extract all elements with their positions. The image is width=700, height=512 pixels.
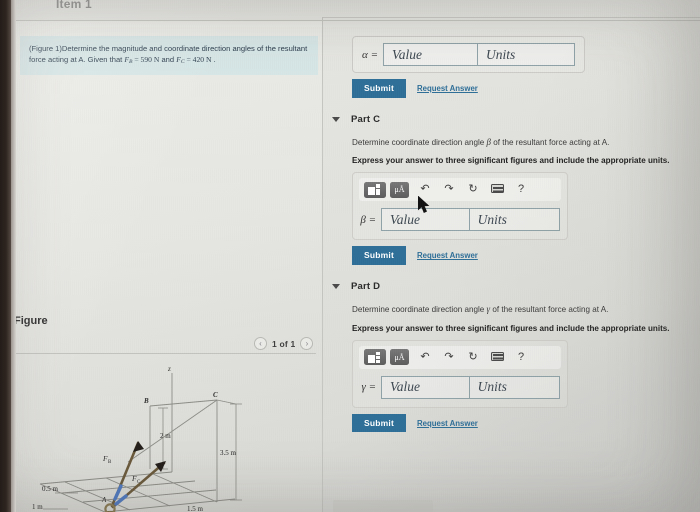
part-c-instruction: Express your answer to three significant… <box>352 156 670 166</box>
part-c-title: Part C <box>351 113 381 125</box>
svg-text:3.5 m: 3.5 m <box>220 449 237 457</box>
alpha-units-input[interactable]: Units <box>478 43 575 66</box>
svg-text:A: A <box>101 496 107 504</box>
part-d-answer-box: μÅ ↶ ↷ ↻ ? γ = Value Units <box>352 339 568 408</box>
help-icon[interactable]: ? <box>509 184 533 195</box>
left-panel: (Figure 1)Determine the magnitude and co… <box>14 21 322 512</box>
part-d-title: Part D <box>351 280 381 292</box>
help-icon[interactable]: ? <box>509 351 533 363</box>
prev-figure-button[interactable]: ‹ <box>254 337 267 350</box>
answer-block-alpha: α = Value Units <box>352 36 585 73</box>
part-d-actions: Submit Request Answer <box>352 413 700 433</box>
right-panel: α = Value Units Submit Request Answer Pa… <box>323 18 700 512</box>
gamma-label: γ = <box>361 381 376 394</box>
keyboard-icon[interactable] <box>485 351 509 363</box>
part-c-answer-box: μÅ ↶ ↷ ↻ ? β = Value Units <box>352 172 568 241</box>
request-answer-link-part-c[interactable]: Request Answer <box>417 251 478 260</box>
conjunction: and <box>159 55 177 64</box>
request-answer-link-part-d[interactable]: Request Answer <box>417 419 478 428</box>
reset-circle-icon[interactable]: ↻ <box>461 184 485 195</box>
redo-arrow-icon[interactable]: ↷ <box>437 351 461 363</box>
figure-pager: ‹ 1 of 1 › <box>254 337 314 350</box>
question-figure-ref[interactable]: (Figure 1) <box>29 44 62 53</box>
column-divider <box>322 17 323 512</box>
part-d-header[interactable]: Part D <box>323 281 700 292</box>
part-c-prompt-pre: Determine coordinate direction angle <box>352 137 487 147</box>
question-period: . <box>211 55 216 64</box>
request-answer-link-alpha[interactable]: Request Answer <box>417 84 478 93</box>
part-c-prompt: Determine coordinate direction angle β o… <box>323 136 700 149</box>
alpha-symbol: α = <box>362 48 378 61</box>
part-d-instruction: Express your answer to three significant… <box>352 323 670 333</box>
part-c-header[interactable]: Part C <box>323 114 700 125</box>
header-divider-right <box>323 17 700 18</box>
next-figure-button[interactable]: › <box>300 337 314 350</box>
svg-text:1 m: 1 m <box>32 503 43 511</box>
monitor-bezel <box>0 0 11 512</box>
beta-label: β = <box>360 213 376 226</box>
part-d-input-row: γ = Value Units <box>353 374 567 401</box>
svg-text:B: B <box>108 460 112 465</box>
undo-arrow-icon[interactable]: ↶ <box>413 184 437 195</box>
part-c-prompt-post: of the resultant force acting at A. <box>491 137 610 147</box>
caret-down-icon[interactable] <box>332 116 340 122</box>
fb-value: = 590 N <box>132 55 160 64</box>
svg-text:1.5 m: 1.5 m <box>187 505 204 512</box>
screenshot-root: Item 1 (Figure 1)Determine the magnitude… <box>0 0 700 512</box>
units-icon[interactable]: μÅ <box>390 349 409 366</box>
monitor-bezel-edge <box>11 0 16 512</box>
svg-text:z: z <box>167 365 171 373</box>
fc-value: = 420 N <box>184 55 212 64</box>
bottom-partial-element <box>333 500 433 512</box>
figure-page-indicator: 1 of 1 <box>272 338 296 349</box>
svg-text:0.5 m: 0.5 m <box>42 485 59 493</box>
alpha-input-row: α = Value Units <box>353 37 584 72</box>
caret-down-icon[interactable] <box>332 283 340 289</box>
part-d-prompt-pre: Determine coordinate direction angle <box>352 304 487 314</box>
svg-text:2 m: 2 m <box>160 432 171 440</box>
gamma-units-input[interactable]: Units <box>469 375 560 399</box>
alpha-actions: Submit Request Answer <box>352 79 700 98</box>
submit-button-alpha[interactable]: Submit <box>352 79 407 98</box>
part-c-math-toolbar: μÅ ↶ ↷ ↻ ? <box>359 178 561 202</box>
item-header: Item 1 <box>56 0 92 11</box>
alpha-value-input[interactable]: Value <box>383 43 478 66</box>
beta-units-input[interactable]: Units <box>469 208 560 232</box>
part-d-math-toolbar: μÅ ↶ ↷ ↻ ? <box>359 345 561 369</box>
gamma-value-input[interactable]: Value <box>381 375 470 399</box>
svg-text:C: C <box>213 391 218 399</box>
part-c-actions: Submit Request Answer <box>352 246 700 265</box>
math-template-icon[interactable] <box>364 349 386 366</box>
header-divider <box>16 20 700 21</box>
figure-diagram[interactable]: B C A z y x FB FC 2 m 3.5 m 1.5 m 0.5 m … <box>20 359 316 512</box>
keyboard-icon[interactable] <box>485 184 509 195</box>
undo-arrow-icon[interactable]: ↶ <box>413 351 437 363</box>
part-c-input-row: β = Value Units <box>353 206 567 233</box>
units-icon[interactable]: μÅ <box>390 181 409 198</box>
part-d-prompt-post: of the resultant force acting at A. <box>490 304 609 314</box>
figure-title: Figure <box>14 315 48 327</box>
submit-button-part-c[interactable]: Submit <box>352 246 407 265</box>
svg-text:B: B <box>143 397 149 405</box>
figure-divider <box>16 353 316 354</box>
math-template-icon[interactable] <box>364 181 386 198</box>
reset-circle-icon[interactable]: ↻ <box>461 351 485 363</box>
submit-button-part-d[interactable]: Submit <box>352 413 407 433</box>
part-d-prompt: Determine coordinate direction angle γ o… <box>323 303 700 316</box>
question-statement: (Figure 1)Determine the magnitude and co… <box>20 36 318 76</box>
redo-arrow-icon[interactable]: ↷ <box>437 184 461 195</box>
